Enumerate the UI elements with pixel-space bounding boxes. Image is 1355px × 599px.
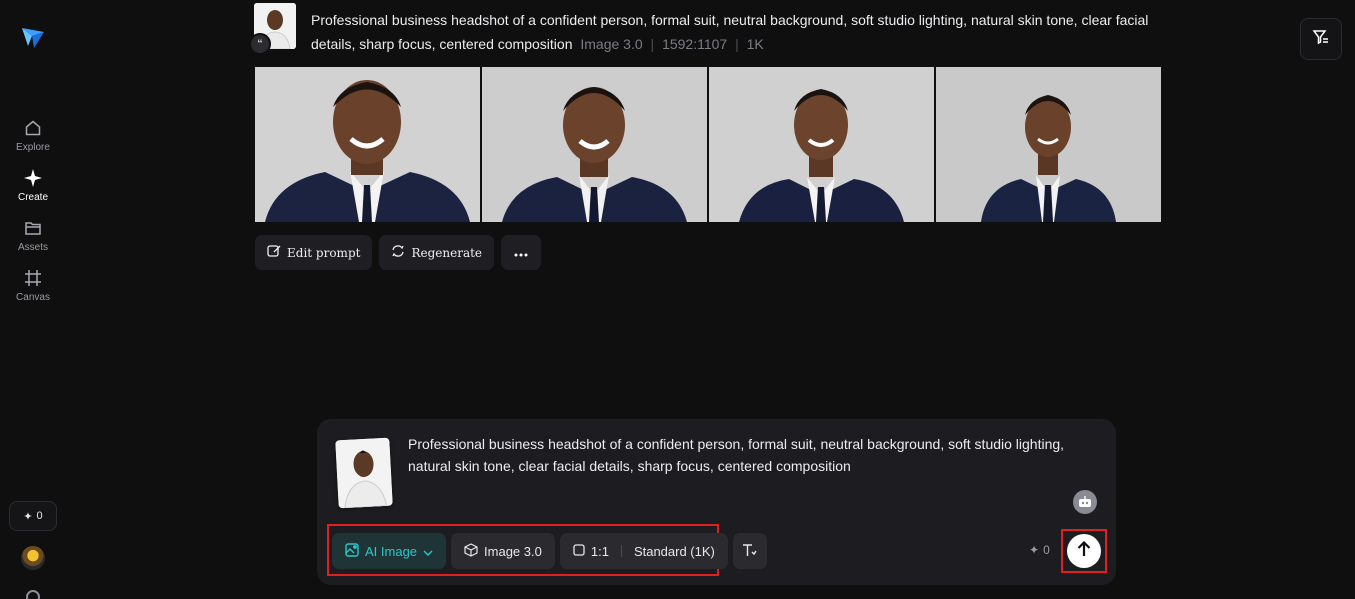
generated-image[interactable]	[255, 67, 480, 222]
filter-icon	[1312, 28, 1330, 51]
cost-value: 0	[1043, 543, 1050, 557]
quality-label: Standard (1K)	[634, 544, 715, 559]
cube-icon	[464, 543, 478, 560]
edit-prompt-label: Edit prompt	[287, 246, 360, 260]
avatar[interactable]	[21, 546, 45, 570]
aspect-ratio-icon	[573, 544, 585, 559]
sidebar-item-label: Explore	[16, 142, 50, 153]
meta-divider: |	[651, 36, 655, 52]
prompt-input[interactable]: Professional business headshot of a conf…	[408, 433, 1108, 477]
regenerate-button[interactable]: Regenerate	[379, 235, 494, 270]
chevron-down-icon	[423, 544, 433, 559]
meta-divider: |	[735, 36, 739, 52]
history-resolution: 1K	[747, 36, 764, 52]
mode-label: AI Image	[365, 544, 417, 559]
arrow-up-icon	[1077, 541, 1091, 562]
sidebar: Explore Create Assets Canvas ✦ 0	[0, 0, 66, 599]
credits-badge[interactable]: ✦ 0	[9, 501, 57, 531]
credits-count: 0	[37, 510, 43, 522]
generated-image[interactable]	[482, 67, 707, 222]
generated-image[interactable]	[709, 67, 934, 222]
home-icon	[23, 118, 43, 138]
history-prompt-text: Professional business headshot of a conf…	[311, 12, 1148, 52]
send-highlight-box	[1061, 529, 1107, 573]
history-prompt: Professional business headshot of a conf…	[311, 8, 1161, 56]
folder-icon	[23, 218, 43, 238]
sidebar-item-label: Create	[18, 192, 48, 203]
generated-image[interactable]	[936, 67, 1161, 222]
composer-tools: AI Image Image 3.0 1:1 Standard (1K)	[332, 533, 767, 569]
sidebar-item-label: Canvas	[16, 292, 50, 303]
ratio-quality-select[interactable]: 1:1 Standard (1K)	[560, 533, 728, 569]
divider	[621, 545, 622, 557]
prompt-composer: Professional business headshot of a conf…	[317, 419, 1116, 585]
history-ratio: 1592:1107	[662, 36, 727, 52]
model-select[interactable]: Image 3.0	[451, 533, 555, 569]
help-icon[interactable]	[26, 590, 40, 599]
edit-icon	[267, 244, 281, 261]
image-actions: Edit prompt Regenerate	[255, 235, 541, 270]
reference-image-thumbnail[interactable]	[335, 438, 392, 509]
sidebar-item-assets[interactable]: Assets	[0, 218, 66, 262]
more-options-button[interactable]	[501, 235, 541, 270]
ai-image-icon	[345, 543, 359, 560]
more-icon	[514, 246, 528, 260]
sparkle-icon	[23, 168, 43, 188]
assistant-bot-icon[interactable]	[1073, 490, 1097, 514]
sparkle-icon: ✦	[1029, 543, 1039, 557]
canvas-icon	[23, 268, 43, 288]
quote-icon: “	[249, 33, 271, 55]
text-format-icon	[742, 543, 758, 560]
generation-cost: ✦ 0	[1029, 543, 1050, 557]
sidebar-item-explore[interactable]: Explore	[0, 118, 66, 162]
sidebar-item-canvas[interactable]: Canvas	[0, 268, 66, 312]
sparkle-icon: ✦	[23, 510, 32, 523]
generate-button[interactable]	[1067, 534, 1101, 568]
regenerate-label: Regenerate	[411, 246, 482, 260]
text-style-button[interactable]	[733, 533, 767, 569]
edit-prompt-button[interactable]: Edit prompt	[255, 235, 372, 270]
ratio-label: 1:1	[591, 544, 609, 559]
sidebar-item-create[interactable]: Create	[0, 168, 66, 212]
app-logo[interactable]	[20, 24, 46, 50]
generated-images	[255, 67, 1161, 222]
mode-select[interactable]: AI Image	[332, 533, 446, 569]
refresh-icon	[391, 244, 405, 261]
history-model: Image 3.0	[580, 36, 642, 52]
model-label: Image 3.0	[484, 544, 542, 559]
sidebar-item-label: Assets	[18, 242, 48, 253]
filter-button[interactable]	[1300, 18, 1342, 60]
